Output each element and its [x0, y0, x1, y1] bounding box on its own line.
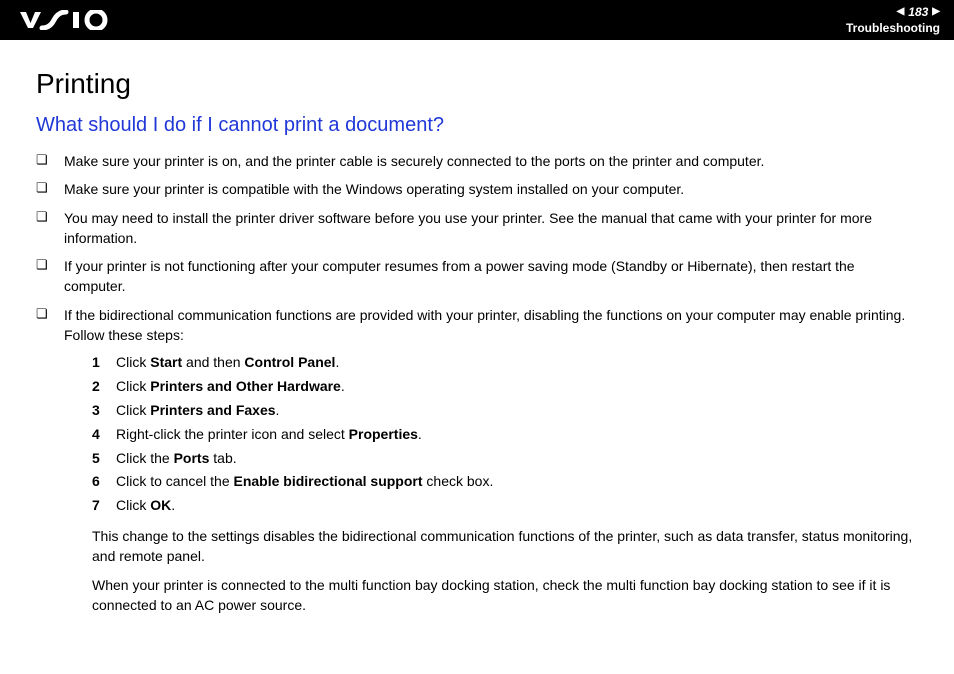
header-bar: ◀ 183 ▶ Troubleshooting [0, 0, 954, 40]
page-content: Printing What should I do if I cannot pr… [0, 40, 954, 643]
closing-paragraph: When your printer is connected to the mu… [64, 575, 918, 616]
page-subtitle: What should I do if I cannot print a doc… [36, 114, 918, 137]
closing-paragraph: This change to the settings disables the… [64, 526, 918, 567]
bullet-text: If the bidirectional communication funct… [64, 307, 905, 343]
step-item: 1Click Start and then Control Panel. [92, 351, 918, 375]
step-item: 6Click to cancel the Enable bidirectiona… [92, 470, 918, 494]
bullet-list: Make sure your printer is on, and the pr… [36, 151, 918, 615]
bullet-item: Make sure your printer is compatible wit… [36, 179, 918, 199]
page-number: 183 [908, 5, 928, 19]
step-item: 4Right-click the printer icon and select… [92, 423, 918, 447]
step-item: 5Click the Ports tab. [92, 447, 918, 471]
bullet-item: If your printer is not functioning after… [36, 256, 918, 297]
step-item: 2Click Printers and Other Hardware. [92, 375, 918, 399]
steps-list: 1Click Start and then Control Panel. 2Cl… [64, 351, 918, 518]
prev-page-arrow[interactable]: ◀ [897, 6, 905, 18]
section-label: Troubleshooting [846, 21, 940, 35]
next-page-arrow[interactable]: ▶ [932, 6, 940, 18]
bullet-item: If the bidirectional communication funct… [36, 305, 918, 615]
bullet-item: Make sure your printer is on, and the pr… [36, 151, 918, 171]
header-meta: ◀ 183 ▶ Troubleshooting [846, 5, 940, 36]
step-item: 3Click Printers and Faxes. [92, 399, 918, 423]
bullet-item: You may need to install the printer driv… [36, 208, 918, 249]
step-item: 7Click OK. [92, 494, 918, 518]
page-nav[interactable]: ◀ 183 ▶ [897, 5, 940, 19]
vaio-logo [20, 10, 116, 30]
page-title: Printing [36, 68, 918, 100]
